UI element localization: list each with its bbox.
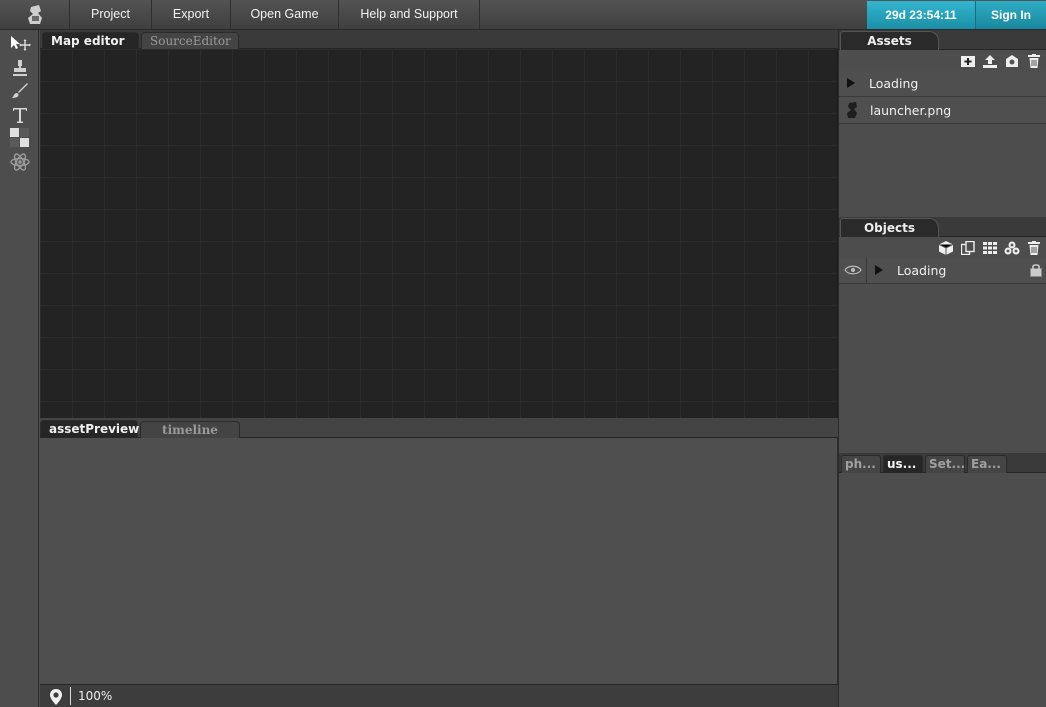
asset-label: launcher.png — [870, 102, 952, 118]
right-sidebar: Assets Loading launcher.png Objects Load… — [838, 30, 1046, 707]
visibility-eye-icon[interactable] — [839, 256, 867, 284]
delete-object-icon[interactable] — [1026, 240, 1042, 256]
object-label: Loading — [897, 262, 947, 278]
select-move-tool[interactable] — [7, 32, 32, 53]
duplicate-object-icon[interactable] — [960, 240, 976, 256]
text-icon — [12, 107, 27, 123]
menu-export[interactable]: Export — [152, 0, 231, 29]
tab-user[interactable]: us... — [883, 455, 923, 473]
atom-icon — [9, 152, 30, 171]
zoom-level: 100% — [78, 689, 113, 703]
add-folder-icon[interactable] — [960, 53, 976, 69]
physics-tool[interactable] — [7, 151, 32, 172]
tab-physics[interactable]: ph... — [841, 455, 881, 473]
add-object-icon[interactable] — [938, 240, 954, 256]
assets-toolbar — [960, 53, 1042, 69]
properties-panel — [839, 474, 1046, 707]
location-pin-icon[interactable] — [48, 688, 64, 707]
tab-settings[interactable]: Set... — [925, 455, 965, 473]
assets-header: Assets — [839, 30, 1046, 50]
trial-timer: 29d 23:54:11 — [867, 1, 975, 29]
upload-icon[interactable] — [982, 53, 998, 69]
preview-tab-strip: assetPreview timeline — [40, 418, 838, 439]
tile-tool[interactable] — [7, 127, 32, 148]
tiles-icon — [9, 127, 29, 147]
status-divider — [70, 687, 71, 705]
tab-asset-preview[interactable]: assetPreview — [40, 420, 139, 438]
lock-icon[interactable] — [1030, 263, 1042, 277]
asset-label: Loading — [869, 75, 919, 91]
status-bar: 100% — [40, 684, 838, 707]
asset-folder-loading[interactable]: Loading — [839, 70, 1046, 97]
objects-header: Objects — [839, 217, 1046, 237]
image-file-icon — [847, 102, 857, 118]
stamp-icon — [12, 59, 27, 76]
app-logo[interactable] — [0, 0, 70, 29]
logo-icon — [27, 4, 42, 24]
sign-in-button[interactable]: Sign In — [975, 1, 1046, 29]
properties-tab-strip: ph... us... Set... Ea... — [839, 453, 1046, 473]
text-tool[interactable] — [7, 104, 32, 125]
objects-title[interactable]: Objects — [840, 218, 939, 237]
menu-help-support[interactable]: Help and Support — [339, 0, 480, 29]
assets-title[interactable]: Assets — [840, 31, 939, 50]
tab-map-editor[interactable]: Map editor — [42, 32, 139, 50]
menu-open-game[interactable]: Open Game — [231, 0, 339, 29]
grid-view-icon[interactable] — [982, 240, 998, 256]
object-group-icon[interactable] — [1004, 240, 1020, 256]
expand-triangle-icon[interactable] — [875, 265, 883, 275]
map-editor-canvas[interactable] — [40, 49, 838, 418]
editor-tab-strip: Map editor SourceEditor — [40, 30, 838, 50]
brush-tool[interactable] — [7, 80, 32, 101]
objects-toolbar — [938, 240, 1042, 256]
menu-project[interactable]: Project — [70, 0, 152, 29]
expand-triangle-icon[interactable] — [847, 78, 855, 88]
object-layer-loading[interactable]: Loading — [839, 256, 1046, 284]
import-asset-icon[interactable] — [1004, 53, 1020, 69]
asset-preview-panel — [40, 438, 838, 684]
top-menu-bar: Project Export Open Game Help and Suppor… — [0, 0, 1046, 30]
tab-timeline[interactable]: timeline — [140, 421, 240, 439]
asset-item-launcher[interactable]: launcher.png — [839, 97, 1046, 124]
stamp-tool[interactable] — [7, 57, 32, 78]
brush-icon — [11, 82, 28, 98]
tab-easing[interactable]: Ea... — [967, 455, 1007, 473]
delete-asset-icon[interactable] — [1026, 53, 1042, 69]
tab-source-editor[interactable]: SourceEditor — [141, 32, 239, 50]
tool-palette — [0, 30, 39, 707]
select-move-icon — [10, 35, 31, 51]
